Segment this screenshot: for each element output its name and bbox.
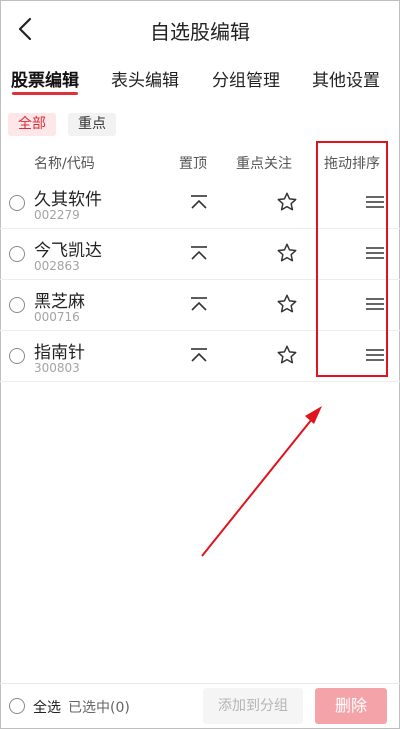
delete-button[interactable]: 删除 [315,688,387,724]
select-all-radio[interactable] [9,698,25,714]
arrow-annotation-icon [201,406,322,557]
selected-count: 已选中(0) [68,700,130,716]
select-all-label[interactable]: 全选 [33,697,61,717]
add-to-group-button[interactable]: 添加到分组 [203,688,303,724]
bottom-action-bar: 全选 已选中(0) 添加到分组 删除 [0,683,400,730]
